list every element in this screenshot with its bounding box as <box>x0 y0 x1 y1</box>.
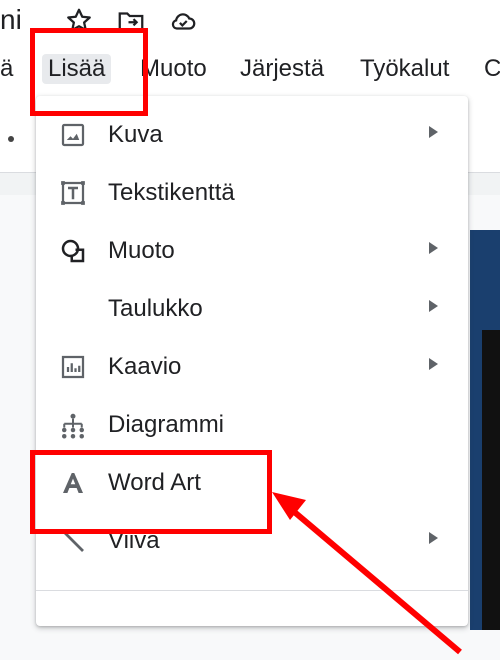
annotation-arrow <box>272 492 462 655</box>
